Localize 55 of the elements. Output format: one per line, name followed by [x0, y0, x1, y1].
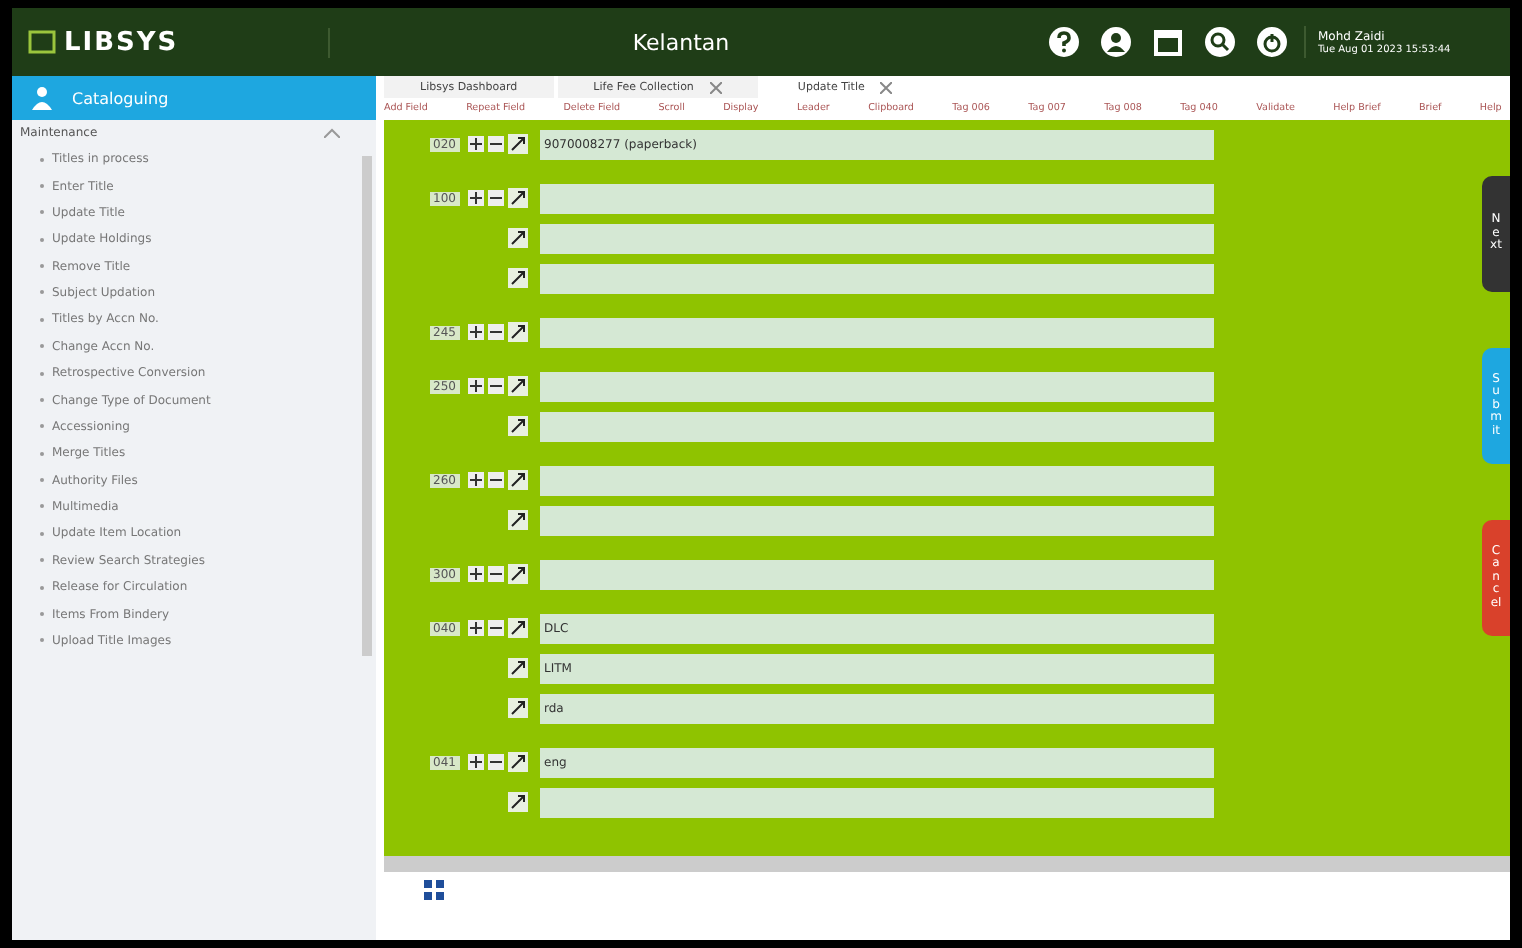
- subfield-icon[interactable]: [508, 792, 528, 812]
- subfield-icon[interactable]: [508, 658, 528, 678]
- grid-icon[interactable]: [424, 880, 444, 900]
- input-field[interactable]: [540, 263, 1214, 293]
- add-icon[interactable]: [468, 566, 484, 582]
- subfield-icon[interactable]: [508, 268, 528, 288]
- subfield-icon[interactable]: [508, 698, 528, 718]
- subfield-icon[interactable]: [508, 376, 528, 396]
- subfield-icon[interactable]: [508, 188, 528, 208]
- subfield-icon[interactable]: [508, 416, 528, 436]
- input-field[interactable]: [540, 787, 1214, 817]
- remove-icon[interactable]: [488, 136, 504, 152]
- module-header[interactable]: Cataloguing: [12, 76, 376, 120]
- remove-icon[interactable]: [488, 566, 504, 582]
- close-icon[interactable]: [880, 81, 893, 93]
- input-field[interactable]: [540, 465, 1214, 495]
- subfield-icon[interactable]: [508, 470, 528, 490]
- remove-icon[interactable]: [488, 324, 504, 340]
- help-icon[interactable]: [1048, 26, 1080, 58]
- power-icon[interactable]: [1256, 26, 1288, 58]
- remove-icon[interactable]: [488, 378, 504, 394]
- scrollbar[interactable]: [362, 156, 372, 656]
- remove-icon[interactable]: [488, 472, 504, 488]
- subfield-icon[interactable]: [508, 322, 528, 342]
- search-icon[interactable]: [1204, 26, 1236, 58]
- input-field[interactable]: [540, 411, 1214, 441]
- add-icon[interactable]: [468, 472, 484, 488]
- person-icon: [32, 86, 52, 110]
- subfield-icon[interactable]: [508, 228, 528, 248]
- module-title: Cataloguing: [72, 89, 169, 107]
- user-icon[interactable]: [1100, 26, 1132, 58]
- close-icon[interactable]: [709, 81, 722, 93]
- add-icon[interactable]: [468, 324, 484, 340]
- add-icon[interactable]: [468, 378, 484, 394]
- app-logo: LIBSYS: [64, 27, 179, 57]
- add-icon[interactable]: [468, 754, 484, 770]
- add-icon[interactable]: [468, 136, 484, 152]
- subfield-icon[interactable]: [508, 752, 528, 772]
- subfield-icon[interactable]: [508, 618, 528, 638]
- subfield-icon[interactable]: [508, 510, 528, 530]
- input-field[interactable]: [540, 559, 1214, 589]
- location-name: Kelantan: [630, 29, 732, 55]
- input-field[interactable]: [540, 317, 1214, 347]
- add-icon[interactable]: [468, 190, 484, 206]
- subfield-icon[interactable]: [508, 564, 528, 584]
- remove-icon[interactable]: [488, 754, 504, 770]
- input-field[interactable]: [540, 183, 1214, 213]
- input-field[interactable]: [540, 223, 1214, 253]
- input-field[interactable]: [540, 371, 1214, 401]
- scrollbar[interactable]: [384, 856, 1510, 872]
- add-icon[interactable]: [468, 620, 484, 636]
- remove-icon[interactable]: [488, 620, 504, 636]
- subfield-icon[interactable]: [508, 134, 528, 154]
- input-field[interactable]: [540, 505, 1214, 535]
- remove-icon[interactable]: [488, 190, 504, 206]
